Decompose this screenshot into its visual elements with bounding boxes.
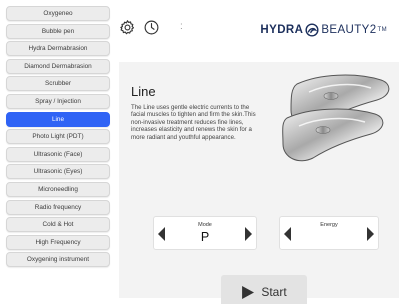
brand-logo: HYDRA BEAUTY 2 TM <box>260 23 387 37</box>
page-title: Line <box>131 84 156 99</box>
start-button[interactable]: Start <box>221 275 307 304</box>
start-label: Start <box>261 285 287 299</box>
treatment-sidebar: Oxygeneo Bubble pen Hydra Dermabrasion Diam… <box>6 6 110 270</box>
mode-label: Mode <box>198 222 212 228</box>
treatment-description: The Line uses gentle electric currents t… <box>131 104 256 141</box>
line-device-image <box>282 74 390 162</box>
sidebar-item-microneedling[interactable]: Microneedling <box>6 181 110 197</box>
top-bar: : HYDRA BEAUTY 2 TM <box>118 18 399 44</box>
sidebar-item-line[interactable]: Line <box>6 111 110 127</box>
gear-icon[interactable] <box>118 18 136 36</box>
mode-selector: Mode P <box>153 216 257 250</box>
energy-label: Energy <box>320 222 338 228</box>
header-separator: : <box>180 21 183 32</box>
energy-decrease-button[interactable] <box>283 226 293 242</box>
brand-name-part1: HYDRA <box>260 24 304 36</box>
sidebar-item-scrubber[interactable]: Scrubber <box>6 76 110 92</box>
mode-value: P <box>200 230 210 244</box>
clock-icon[interactable] <box>142 18 160 36</box>
sidebar-item-cold-hot[interactable]: Cold & Hot <box>6 217 110 233</box>
energy-selector: Energy <box>279 216 379 250</box>
sidebar-item-bubble-pen[interactable]: Bubble pen <box>6 23 110 39</box>
brand-swirl-icon <box>305 23 319 37</box>
sidebar-item-oxygeneo[interactable]: Oxygeneo <box>6 6 110 21</box>
sidebar-item-photo-light-pdt[interactable]: Photo Light (PDT) <box>6 129 110 145</box>
sidebar-item-spray-injection[interactable]: Spray / Injection <box>6 93 110 109</box>
mode-increase-button[interactable] <box>243 226 253 242</box>
treatment-panel: Line The Line uses gentle electric curre… <box>119 62 399 304</box>
sidebar-item-hydra-dermabrasion[interactable]: Hydra Dermabrasion <box>6 41 110 57</box>
arrow-right-icon <box>367 227 374 241</box>
sidebar-item-ultrasonic-face[interactable]: Ultrasonic (Face) <box>6 146 110 162</box>
sidebar-item-radio-frequency[interactable]: Radio frequency <box>6 199 110 215</box>
play-icon <box>242 285 255 299</box>
arrow-left-icon <box>284 227 291 241</box>
sidebar-item-high-frequency[interactable]: High Frequency <box>6 234 110 250</box>
sidebar-item-ultrasonic-eyes[interactable]: Ultrasonic (Eyes) <box>6 164 110 180</box>
brand-name-part2: BEAUTY <box>321 24 370 36</box>
arrow-right-icon <box>245 227 252 241</box>
sidebar-item-oxygening-instrument[interactable]: Oxygening instrument <box>6 252 110 268</box>
sidebar-item-diamond-dermabrasion[interactable]: Diamond Dermabrasion <box>6 58 110 74</box>
brand-trademark: TM <box>377 27 387 33</box>
energy-increase-button[interactable] <box>365 226 375 242</box>
brand-suffix: 2 <box>369 24 377 36</box>
